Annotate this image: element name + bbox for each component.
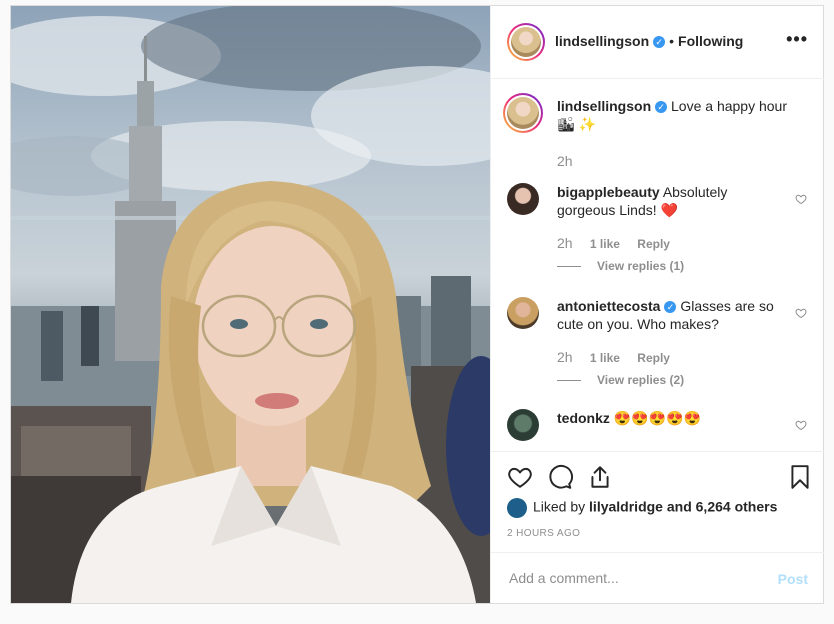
liked-by-prefix: Liked by xyxy=(533,498,586,515)
comment-like-heart-icon[interactable] xyxy=(795,193,807,205)
bookmark-icon[interactable] xyxy=(787,464,813,490)
caption-emojis: 🏙 ✨ xyxy=(557,116,597,132)
more-options-icon[interactable]: ••• xyxy=(786,29,808,50)
comment-username[interactable]: bigapplebeauty xyxy=(557,184,660,200)
caption-avatar[interactable] xyxy=(503,93,543,133)
verified-badge-icon: ✓ xyxy=(653,36,666,48)
photo-illustration xyxy=(11,6,490,603)
post-card: lindsellingson ✓ • Following ••• lindsellin… xyxy=(10,5,824,604)
comment-time[interactable]: 2h xyxy=(557,235,573,251)
comment-like-heart-icon[interactable] xyxy=(795,419,807,431)
author-line: lindsellingson ✓ • Following xyxy=(555,33,743,49)
comment-input[interactable] xyxy=(507,569,751,587)
comment-item: tedonkz 😍😍😍😍😍 xyxy=(507,409,807,451)
comments-list[interactable]: lindsellingson ✓ Love a happy hour 🏙 ✨ 2h… xyxy=(491,79,824,451)
view-replies[interactable]: View replies (2) xyxy=(557,373,684,387)
comment-item: antoniettecosta ✓ Glasses are so cute on … xyxy=(507,297,807,393)
comment-body: bigapplebeauty Absolutely gorgeous Linds… xyxy=(557,183,789,219)
view-replies-label[interactable]: View replies (1) xyxy=(597,259,684,273)
author-avatar[interactable] xyxy=(507,23,545,61)
verified-badge-icon: ✓ xyxy=(655,101,668,113)
comment-username[interactable]: antoniettecosta xyxy=(557,298,660,314)
commenter-avatar[interactable] xyxy=(507,183,539,215)
comment-text: 😍😍😍😍😍 xyxy=(613,410,701,426)
add-comment-bar: Post xyxy=(491,552,824,605)
verified-badge-icon: ✓ xyxy=(664,301,677,313)
comment-item: bigapplebeauty Absolutely gorgeous Linds… xyxy=(507,183,807,279)
following-button[interactable]: Following xyxy=(678,33,743,49)
caption: lindsellingson ✓ Love a happy hour 🏙 ✨ 2h xyxy=(503,93,807,177)
reply-button[interactable]: Reply xyxy=(637,351,670,365)
liked-by-summary: Liked by lilyaldridge and 6,264 others xyxy=(507,498,777,518)
comment-body: tedonkz 😍😍😍😍😍 xyxy=(557,409,789,427)
comment-likes[interactable]: 1 like xyxy=(590,237,620,251)
comment-icon[interactable] xyxy=(547,464,573,490)
share-icon[interactable] xyxy=(587,464,613,490)
post-timestamp[interactable]: 2 HOURS AGO xyxy=(507,528,580,539)
caption-text: Love a happy hour xyxy=(671,98,787,114)
comment-meta: 2h 1 like Reply xyxy=(557,349,684,365)
heart-icon[interactable] xyxy=(507,464,533,490)
caption-time[interactable]: 2h xyxy=(557,153,573,169)
comment-time[interactable]: 2h xyxy=(557,349,573,365)
post-comment-button[interactable]: Post xyxy=(778,571,808,587)
reply-button[interactable]: Reply xyxy=(637,237,670,251)
replies-divider xyxy=(557,266,581,268)
liker-avatar[interactable] xyxy=(507,498,527,518)
comment-body: antoniettecosta ✓ Glasses are so cute on … xyxy=(557,297,789,333)
comment-likes[interactable]: 1 like xyxy=(590,351,620,365)
comment-like-heart-icon[interactable] xyxy=(795,307,807,319)
caption-username[interactable]: lindsellingson xyxy=(557,98,651,114)
post-side-panel: lindsellingson ✓ • Following ••• lindsellin… xyxy=(490,6,824,603)
caption-meta: 2h xyxy=(557,153,587,169)
comment-username[interactable]: tedonkz xyxy=(557,410,610,426)
replies-divider xyxy=(557,380,581,382)
post-photo[interactable] xyxy=(11,6,490,603)
view-replies-label[interactable]: View replies (2) xyxy=(597,373,684,387)
caption-body: lindsellingson ✓ Love a happy hour 🏙 ✨ xyxy=(557,97,789,133)
commenter-avatar[interactable] xyxy=(507,297,539,329)
liker-username[interactable]: lilyaldridge xyxy=(589,499,663,515)
commenter-avatar[interactable] xyxy=(507,409,539,441)
author-username[interactable]: lindsellingson xyxy=(555,33,649,49)
comment-meta: 2h 1 like Reply xyxy=(557,235,684,251)
separator-dot: • xyxy=(669,33,675,49)
likes-count[interactable]: and 6,264 others xyxy=(667,499,778,515)
post-header: lindsellingson ✓ • Following ••• xyxy=(491,6,824,79)
post-actions: Liked by lilyaldridge and 6,264 others 2… xyxy=(491,451,824,604)
view-replies[interactable]: View replies (1) xyxy=(557,259,684,273)
